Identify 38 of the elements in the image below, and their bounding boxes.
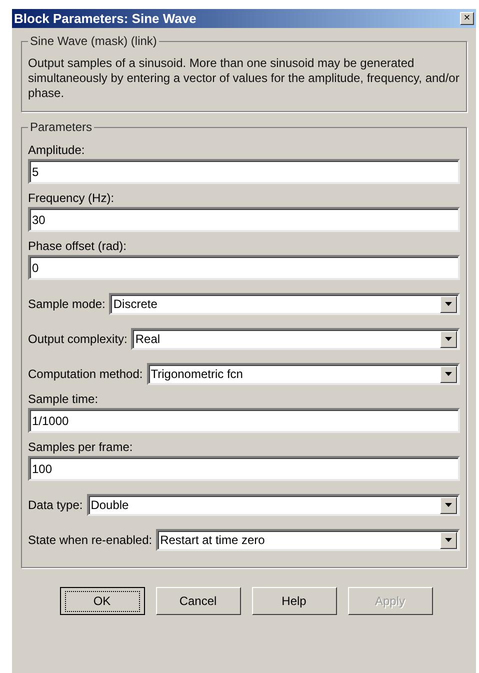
field-label: State when re-enabled: — [28, 532, 152, 549]
dropdown-arrow-button[interactable] — [440, 532, 457, 548]
field-label: Frequency (Hz): — [28, 190, 116, 205]
dropdown-field[interactable]: Real — [131, 328, 460, 350]
dropdown-field[interactable]: Double — [86, 494, 460, 516]
field-label: Samples per frame: — [28, 439, 134, 454]
group-title: Sine Wave (mask) (link) — [29, 33, 158, 50]
field-label: Computation method: — [28, 366, 143, 383]
input-field[interactable]: 1/1000 — [28, 408, 460, 433]
input-field[interactable]: 5 — [28, 159, 460, 184]
dropdown-field[interactable]: Restart at time zero — [156, 529, 460, 551]
dropdown-arrow-button[interactable] — [440, 496, 457, 514]
dropdown-arrow-button[interactable] — [440, 296, 457, 312]
dialog-button[interactable]: Cancel — [156, 587, 240, 615]
field-label: Sample time: — [28, 391, 100, 406]
dialog-button[interactable]: OK — [60, 587, 144, 615]
field-label: Amplitude: — [28, 142, 86, 157]
caret-icon — [445, 503, 452, 507]
close-button[interactable]: × — [460, 12, 474, 25]
input-field[interactable]: 30 — [28, 207, 460, 232]
dropdown-arrow-button[interactable] — [440, 330, 457, 348]
dialog-button[interactable]: Help — [252, 587, 336, 615]
window-title: Block Parameters: Sine Wave — [14, 10, 196, 28]
description-text: Output samples of a sinusoid. More than one sinusoid may be generated simultaneously by entering a vector of values for the amplitude, frequency, and/or phase. — [28, 56, 460, 101]
dropdown-arrow-button[interactable] — [440, 366, 457, 382]
field-label: Data type: — [28, 497, 83, 514]
caret-icon — [445, 538, 452, 542]
input-field[interactable]: 100 — [28, 456, 460, 481]
group-title: Parameters — [29, 119, 94, 136]
caret-icon — [445, 372, 452, 376]
dropdown-field[interactable]: Trigonometric fcn — [146, 363, 460, 385]
field-label: Output complexity: — [28, 331, 128, 348]
dropdown-field[interactable]: Discrete — [109, 293, 460, 315]
field-label: Sample mode: — [28, 296, 106, 313]
caret-icon — [445, 302, 452, 306]
field-label: Phase offset (rad): — [28, 238, 128, 253]
input-field[interactable]: 0 — [28, 255, 460, 280]
caret-icon — [445, 337, 452, 341]
